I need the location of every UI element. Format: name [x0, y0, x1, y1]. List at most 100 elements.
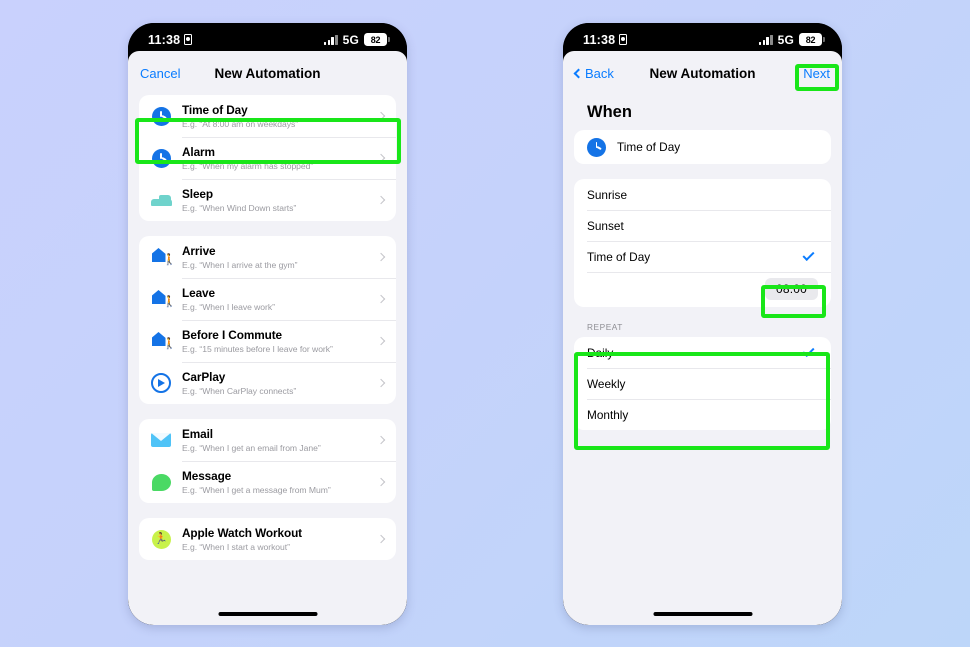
chevron-right-icon — [376, 477, 386, 487]
list-item-subtitle: E.g. “When I start a workout” — [182, 542, 290, 552]
list-item-subtitle: E.g. “When my alarm has stopped” — [182, 161, 314, 171]
navbar-right: Back New Automation Next — [563, 51, 842, 95]
list-item-text: Message E.g. “When I get a message from … — [182, 463, 372, 501]
list-item-text: Leave E.g. “When I leave work” — [182, 280, 372, 318]
clock-icon — [587, 137, 606, 157]
list-item-title: Sleep — [182, 187, 213, 201]
battery-icon: 82 — [364, 33, 390, 46]
home-arrive-icon: 🚶 — [150, 246, 176, 268]
status-bar-right-group: 5G 82 — [758, 32, 825, 47]
status-bar-left-group: 11:38 — [148, 33, 193, 47]
sheet-left: Cancel New Automation Time of Day E.g. “… — [128, 51, 407, 625]
next-button[interactable]: Next — [803, 66, 830, 81]
list-item-title: Email — [182, 427, 213, 441]
cellular-bars-icon — [323, 34, 338, 45]
repeat-option-daily[interactable]: Daily — [574, 337, 831, 368]
list-item-text: Arrive E.g. “When I arrive at the gym” — [182, 238, 372, 276]
when-panel: When Time of Day Sunrise Sunset Time of … — [563, 95, 842, 430]
phone-right: 11:38 5G 82 Back New Automation Next Whe… — [563, 23, 842, 625]
list-item-subtitle: E.g. “When CarPlay connects” — [182, 386, 297, 396]
option-label: Daily — [587, 345, 614, 360]
back-button-label: Back — [585, 65, 614, 81]
network-label: 5G — [777, 32, 794, 47]
back-button[interactable]: Back — [573, 65, 614, 81]
checkmark-icon — [802, 344, 815, 358]
list-item-text: Alarm E.g. “When my alarm has stopped” — [182, 139, 372, 177]
option-label: Monthly — [587, 407, 629, 422]
list-item-title: Before I Commute — [182, 328, 282, 342]
battery-nub — [823, 37, 825, 42]
list-item-title: CarPlay — [182, 370, 226, 384]
list-item-text: CarPlay E.g. “When CarPlay connects” — [182, 364, 372, 402]
battery-level: 82 — [364, 33, 387, 46]
chevron-right-icon — [376, 378, 386, 388]
list-item-sleep[interactable]: Sleep E.g. “When Wind Down starts” — [139, 179, 396, 221]
repeat-option-weekly[interactable]: Weekly — [574, 368, 831, 399]
clock-icon — [150, 147, 172, 169]
mail-icon — [150, 429, 172, 451]
list-item-text: Time of Day E.g. “At 8:00 am on weekdays… — [182, 97, 372, 135]
list-item-carplay[interactable]: CarPlay E.g. “When CarPlay connects” — [139, 362, 396, 404]
list-item-email[interactable]: Email E.g. “When I get an email from Jan… — [139, 419, 396, 461]
list-item-arrive[interactable]: 🚶 Arrive E.g. “When I arrive at the gym” — [139, 236, 396, 278]
trigger-group-location: 🚶 Arrive E.g. “When I arrive at the gym”… — [139, 236, 396, 404]
list-item-time-of-day[interactable]: Time of Day E.g. “At 8:00 am on weekdays… — [139, 95, 396, 137]
trigger-list: Time of Day E.g. “At 8:00 am on weekdays… — [128, 95, 407, 560]
option-sunset[interactable]: Sunset — [574, 210, 831, 241]
status-bar-right-group: 5G 82 — [323, 32, 390, 47]
chevron-right-icon — [376, 336, 386, 346]
trigger-label: Time of Day — [617, 140, 681, 154]
list-item-text: Sleep E.g. “When Wind Down starts” — [182, 181, 372, 219]
chevron-right-icon — [376, 294, 386, 304]
option-sunrise[interactable]: Sunrise — [574, 179, 831, 210]
trigger-card: Time of Day — [574, 130, 831, 164]
battery-nub — [388, 37, 390, 42]
list-item-title: Message — [182, 469, 232, 483]
bed-icon — [150, 189, 172, 211]
list-item-subtitle: E.g. “When I get an email from Jane” — [182, 443, 321, 453]
option-label: Sunset — [587, 218, 624, 233]
list-item-message[interactable]: Message E.g. “When I get a message from … — [139, 461, 396, 503]
home-indicator — [653, 611, 752, 616]
phone-left: 11:38 5G 82 Cancel New Automation Time o… — [128, 23, 407, 625]
option-label: Sunrise — [587, 187, 627, 202]
status-bar-time: 11:38 — [583, 32, 616, 47]
trigger-group-time: Time of Day E.g. “At 8:00 am on weekdays… — [139, 95, 396, 221]
trigger-time-of-day[interactable]: Time of Day — [574, 130, 831, 164]
list-item-alarm[interactable]: Alarm E.g. “When my alarm has stopped” — [139, 137, 396, 179]
list-item-apple-watch-workout[interactable]: 🏃 Apple Watch Workout E.g. “When I start… — [139, 518, 396, 560]
list-item-subtitle: E.g. “When I leave work” — [182, 302, 275, 312]
list-item-text: Email E.g. “When I get an email from Jan… — [182, 421, 372, 459]
list-item-leave[interactable]: 🚶 Leave E.g. “When I leave work” — [139, 278, 396, 320]
chevron-right-icon — [376, 153, 386, 163]
repeat-section-header: REPEAT — [587, 322, 623, 332]
network-label: 5G — [342, 32, 359, 47]
cancel-button[interactable]: Cancel — [140, 66, 180, 81]
home-indicator — [218, 611, 317, 616]
clock-icon — [150, 105, 172, 127]
chevron-right-icon — [376, 111, 386, 121]
chevron-right-icon — [376, 435, 386, 445]
option-time-of-day[interactable]: Time of Day — [574, 241, 831, 272]
list-item-subtitle: E.g. “When I arrive at the gym” — [182, 260, 298, 270]
option-label: Weekly — [587, 376, 626, 391]
list-item-subtitle: E.g. “15 minutes before I leave for work… — [182, 344, 333, 354]
list-item-subtitle: E.g. “When Wind Down starts” — [182, 203, 297, 213]
trigger-group-workout: 🏃 Apple Watch Workout E.g. “When I start… — [139, 518, 396, 560]
repeat-option-monthly[interactable]: Monthly — [574, 399, 831, 430]
list-item-subtitle: E.g. “At 8:00 am on weekdays” — [182, 119, 299, 129]
list-item-before-i-commute[interactable]: 🚶 Before I Commute E.g. “15 minutes befo… — [139, 320, 396, 362]
chevron-right-icon — [376, 534, 386, 544]
time-input[interactable]: 08:00 — [764, 278, 818, 300]
cellular-bars-icon — [758, 34, 773, 45]
watch-workout-icon: 🏃 — [150, 528, 172, 550]
home-leave-icon: 🚶 — [150, 288, 176, 310]
list-item-title: Arrive — [182, 244, 216, 258]
chevron-left-icon — [573, 68, 584, 78]
list-item-title: Apple Watch Workout — [182, 526, 302, 540]
list-item-title: Time of Day — [182, 103, 248, 117]
time-value-row: 08:00 — [574, 272, 831, 307]
recording-indicator-icon — [184, 34, 193, 45]
list-item-subtitle: E.g. “When I get a message from Mum” — [182, 485, 331, 495]
checkmark-icon — [802, 248, 815, 262]
